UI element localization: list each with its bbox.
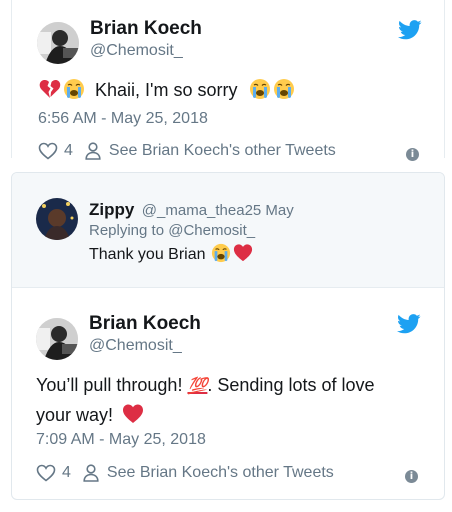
crying-face-emoji xyxy=(273,79,294,99)
crying-face-emoji xyxy=(249,79,270,99)
avatar[interactable] xyxy=(36,318,78,360)
reply-text-content: Thank you Brian xyxy=(89,246,206,263)
reply-author-handle[interactable]: @_mama_thea xyxy=(142,202,245,219)
heart-outline-icon xyxy=(36,464,56,482)
red-heart-emoji xyxy=(123,404,144,423)
author-handle[interactable]: @Chemosit_ xyxy=(90,42,183,60)
heart-outline-icon xyxy=(38,142,58,160)
tweet-actions: 4 See Brian Koech's other Tweets xyxy=(38,142,336,160)
like-count: 4 xyxy=(62,464,71,481)
tweet-text: You’ll pull through! 💯. Sending lots of … xyxy=(36,371,431,429)
tweet-card-2: Zippy @_mama_thea25 May Replying to @Che… xyxy=(11,172,445,500)
hundred-points-emoji: 💯 xyxy=(187,378,208,395)
reply-author-name[interactable]: Zippy xyxy=(89,200,134,219)
author-handle[interactable]: @Chemosit_ xyxy=(89,337,182,355)
tweet-card-1: Brian Koech @Chemosit_ Khaii, I'm so sor… xyxy=(11,0,445,161)
twitter-bird-icon[interactable] xyxy=(397,314,421,334)
author-name[interactable]: Brian Koech xyxy=(90,18,202,40)
crying-face-emoji xyxy=(64,79,84,99)
person-icon xyxy=(83,464,99,482)
like-button[interactable]: 4 xyxy=(38,142,73,160)
reply-header: Zippy @_mama_thea25 May xyxy=(89,200,294,220)
person-icon xyxy=(85,142,101,160)
twitter-bird-icon[interactable] xyxy=(398,20,422,40)
tweet-text-line2: your way! xyxy=(36,405,114,425)
author-name[interactable]: Brian Koech xyxy=(89,313,201,335)
avatar[interactable] xyxy=(37,22,79,64)
like-button[interactable]: 4 xyxy=(36,464,71,482)
tweet-text-line1b: . Sending lots of love xyxy=(207,375,375,395)
tweet-text-line1: You’ll pull through! xyxy=(36,375,183,395)
like-count: 4 xyxy=(64,142,73,159)
tweet-text-content: Khaii, I'm so sorry xyxy=(95,80,238,100)
red-heart-emoji xyxy=(233,244,253,262)
tweet-text: Khaii, I'm so sorry xyxy=(38,76,296,104)
see-other-tweets-link[interactable]: See Brian Koech's other Tweets xyxy=(85,142,336,160)
info-icon[interactable]: i xyxy=(405,470,418,483)
crying-face-emoji xyxy=(211,243,231,263)
see-other-tweets-link[interactable]: See Brian Koech's other Tweets xyxy=(83,464,334,482)
see-other-tweets-label: See Brian Koech's other Tweets xyxy=(108,142,336,159)
tweet-timestamp[interactable]: 7:09 AM - May 25, 2018 xyxy=(36,431,206,449)
tweet-actions: 4 See Brian Koech's other Tweets xyxy=(36,464,334,482)
see-other-tweets-label: See Brian Koech's other Tweets xyxy=(106,464,334,481)
info-icon[interactable]: i xyxy=(406,148,419,161)
avatar[interactable] xyxy=(36,198,78,240)
tweet-timestamp[interactable]: 6:56 AM - May 25, 2018 xyxy=(38,110,208,128)
reply-text: Thank you Brian xyxy=(89,243,254,264)
replying-to[interactable]: Replying to @Chemosit_ xyxy=(89,222,255,239)
broken-heart-emoji xyxy=(39,80,61,98)
in-reply-tweet[interactable]: Zippy @_mama_thea25 May Replying to @Che… xyxy=(12,173,444,288)
reply-date[interactable]: 25 May xyxy=(245,202,294,219)
